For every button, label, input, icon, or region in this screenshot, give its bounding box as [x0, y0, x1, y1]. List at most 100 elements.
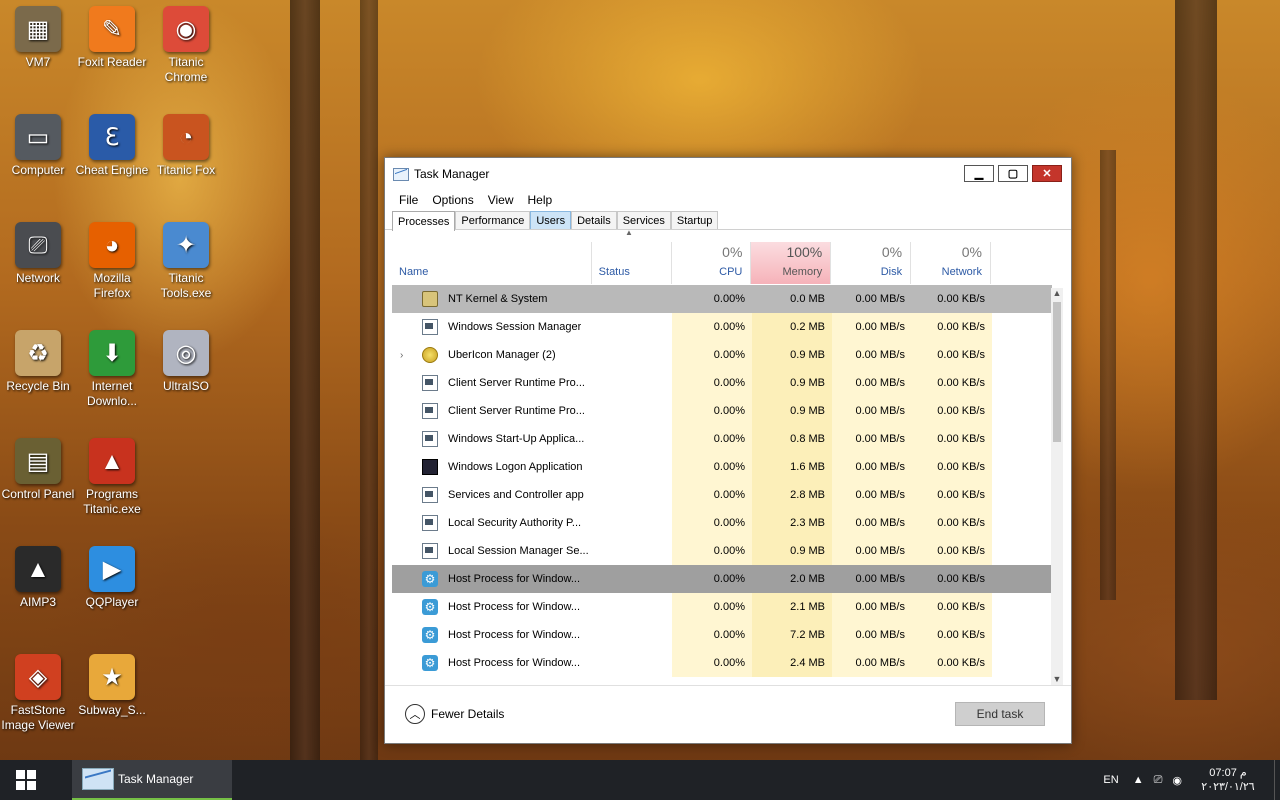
- process-table: NT Kernel & System 0.00% 0.0 MB 0.00 MB/s 0.…: [392, 285, 1052, 688]
- chevron-right-icon[interactable]: ›: [400, 350, 403, 361]
- process-name-cell: NT Kernel & System: [392, 285, 592, 313]
- column-network[interactable]: 0% Network: [911, 242, 991, 284]
- process-status: [592, 397, 672, 425]
- desktop-shortcut-label: Recycle Bin: [6, 379, 70, 393]
- process-mem: 0.9 MB: [752, 341, 832, 369]
- taskbar-task-manager[interactable]: Task Manager: [72, 760, 232, 800]
- desktop-shortcut[interactable]: ℇ Cheat Engine: [74, 108, 150, 178]
- tab-services[interactable]: Services: [616, 211, 671, 229]
- desktop-shortcut[interactable]: ★ Subway_S...: [74, 648, 150, 718]
- table-row[interactable]: Services and Controller app 0.00% 2.8 MB 0.…: [392, 481, 1052, 509]
- column-cpu-label: CPU: [719, 266, 743, 278]
- show-desktop-button[interactable]: [1274, 760, 1280, 800]
- table-row[interactable]: Windows Session Manager 0.00% 0.2 MB 0.00 M…: [392, 313, 1052, 341]
- start-button[interactable]: [0, 760, 52, 800]
- process-net: 0.00 KB/s: [912, 537, 992, 565]
- process-name: Services and Controller app: [448, 489, 584, 501]
- table-row[interactable]: Client Server Runtime Pro... 0.00% 0.9 MB 0…: [392, 369, 1052, 397]
- desktop-shortcut[interactable]: ◔ Titanic Fox: [148, 108, 224, 178]
- desktop-shortcut[interactable]: ◉ Titanic Chrome: [148, 0, 224, 85]
- menu-help[interactable]: Help: [521, 193, 560, 207]
- language-indicator[interactable]: EN: [1103, 774, 1118, 786]
- table-row[interactable]: ⚙ Host Process for Window... 0.00% 2.0 MB 0.…: [392, 565, 1052, 593]
- desktop-shortcut[interactable]: ▦ VM7: [0, 0, 76, 70]
- column-network-label: Network: [941, 266, 982, 278]
- desktop-shortcut[interactable]: ▶ QQPlayer: [74, 540, 150, 610]
- column-disk[interactable]: 0% Disk: [831, 242, 912, 284]
- recycle-bin-icon: ♻: [15, 330, 61, 376]
- column-status[interactable]: Status: [592, 242, 672, 284]
- tab-details[interactable]: Details: [571, 211, 617, 229]
- process-mem: 0.8 MB: [752, 425, 832, 453]
- task-manager-window[interactable]: Task Manager ▁ ▢ ✕ File Options View Hel…: [384, 157, 1072, 744]
- close-button[interactable]: ✕: [1032, 165, 1062, 182]
- desktop-shortcut[interactable]: ▲ AIMP3: [0, 540, 76, 610]
- process-name: NT Kernel & System: [448, 293, 548, 305]
- column-cpu[interactable]: 0% CPU: [672, 242, 752, 284]
- fewer-details-button[interactable]: ︿ Fewer Details: [405, 704, 504, 724]
- table-row[interactable]: ⚙ Host Process for Window... 0.00% 2.1 MB 0.…: [392, 593, 1052, 621]
- desktop-shortcut[interactable]: ✦ Titanic Tools.exe: [148, 216, 224, 301]
- task-manager-icon: [82, 768, 114, 790]
- tab-startup[interactable]: Startup: [670, 211, 719, 229]
- table-row[interactable]: Client Server Runtime Pro... 0.00% 0.9 MB 0…: [392, 397, 1052, 425]
- tab-processes[interactable]: Processes: [392, 211, 456, 231]
- process-disk: 0.00 MB/s: [832, 509, 912, 537]
- process-name: Local Session Manager Se...: [448, 545, 589, 557]
- process-cpu: 0.00%: [672, 509, 752, 537]
- desktop-shortcut[interactable]: ◕ Mozilla Firefox: [74, 216, 150, 301]
- scrollbar[interactable]: ▲ ▼: [1051, 288, 1063, 686]
- table-row[interactable]: Windows Logon Application 0.00% 1.6 MB 0.00…: [392, 453, 1052, 481]
- maximize-button[interactable]: ▢: [998, 165, 1028, 182]
- process-net: 0.00 KB/s: [912, 425, 992, 453]
- desktop-shortcut[interactable]: ◎ UltraISO: [148, 324, 224, 394]
- table-row[interactable]: ⚙ Host Process for Window... 0.00% 7.2 MB 0.…: [392, 621, 1052, 649]
- menu-options[interactable]: Options: [425, 193, 480, 207]
- table-row[interactable]: Windows Start-Up Applica... 0.00% 0.8 MB 0.…: [392, 425, 1052, 453]
- table-row[interactable]: ⚙ Host Process for Window... 0.00% 2.4 MB 0.…: [392, 649, 1052, 677]
- process-cpu: 0.00%: [672, 481, 752, 509]
- process-mem: 2.3 MB: [752, 509, 832, 537]
- desktop-shortcut-label: VM7: [25, 55, 51, 69]
- desktop-shortcut[interactable]: ⎚ Network: [0, 216, 76, 286]
- clock[interactable]: 07:07 م ٢٠٢٣/٠١/٢٦: [1192, 766, 1264, 794]
- process-status: [592, 509, 672, 537]
- chevron-up-icon[interactable]: ▲: [1133, 774, 1144, 786]
- tab-performance[interactable]: Performance: [455, 211, 531, 229]
- desktop-shortcut[interactable]: ⬇ Internet Downlo...: [74, 324, 150, 409]
- desktop-shortcut[interactable]: ♻ Recycle Bin: [0, 324, 76, 394]
- process-cpu: 0.00%: [672, 453, 752, 481]
- minimize-button[interactable]: ▁: [964, 165, 994, 182]
- desktop-shortcut[interactable]: ✎ Foxit Reader: [74, 0, 150, 70]
- gear-process-icon: ⚙: [422, 571, 438, 587]
- table-row[interactable]: Local Session Manager Se... 0.00% 0.9 MB 0.…: [392, 537, 1052, 565]
- desktop-shortcut[interactable]: ◈ FastStone Image Viewer: [0, 648, 76, 733]
- menu-view[interactable]: View: [481, 193, 521, 207]
- network-icon[interactable]: ⎚: [1154, 774, 1163, 787]
- column-memory[interactable]: 100% Memory: [751, 242, 832, 284]
- process-disk: 0.00 MB/s: [832, 621, 912, 649]
- aimp-icon: ▲: [15, 546, 61, 592]
- media-icon[interactable]: ◉: [1172, 774, 1182, 787]
- desktop-shortcut[interactable]: ▲ Programs Titanic.exe: [74, 432, 150, 517]
- vm-icon: ▦: [15, 6, 61, 52]
- desktop-shortcut-label: Mozilla Firefox: [93, 271, 131, 300]
- table-row[interactable]: Local Security Authority P... 0.00% 2.3 MB…: [392, 509, 1052, 537]
- process-disk: 0.00 MB/s: [832, 425, 912, 453]
- title-bar[interactable]: Task Manager ▁ ▢ ✕: [385, 158, 1071, 190]
- window-title: Task Manager: [414, 167, 490, 181]
- network-total: 0%: [961, 244, 982, 260]
- scroll-thumb[interactable]: [1053, 302, 1061, 442]
- end-task-button[interactable]: End task: [955, 702, 1045, 726]
- tab-users[interactable]: Users: [530, 211, 572, 229]
- process-name: UberIcon Manager (2): [448, 349, 556, 361]
- desktop-shortcut[interactable]: ▭ Computer: [0, 108, 76, 178]
- desktop-shortcut[interactable]: ▤ Control Panel: [0, 432, 76, 502]
- desktop-shortcut-label: UltraISO: [162, 379, 209, 393]
- table-row[interactable]: › UberIcon Manager (2) 0.00% 0.9 MB 0.00 MB/…: [392, 341, 1052, 369]
- menu-file[interactable]: File: [392, 193, 425, 207]
- column-name[interactable]: Name: [392, 242, 592, 284]
- table-row[interactable]: NT Kernel & System 0.00% 0.0 MB 0.00 MB/s 0.…: [392, 285, 1052, 313]
- process-status: [592, 481, 672, 509]
- scroll-up-icon[interactable]: ▲: [1051, 288, 1063, 300]
